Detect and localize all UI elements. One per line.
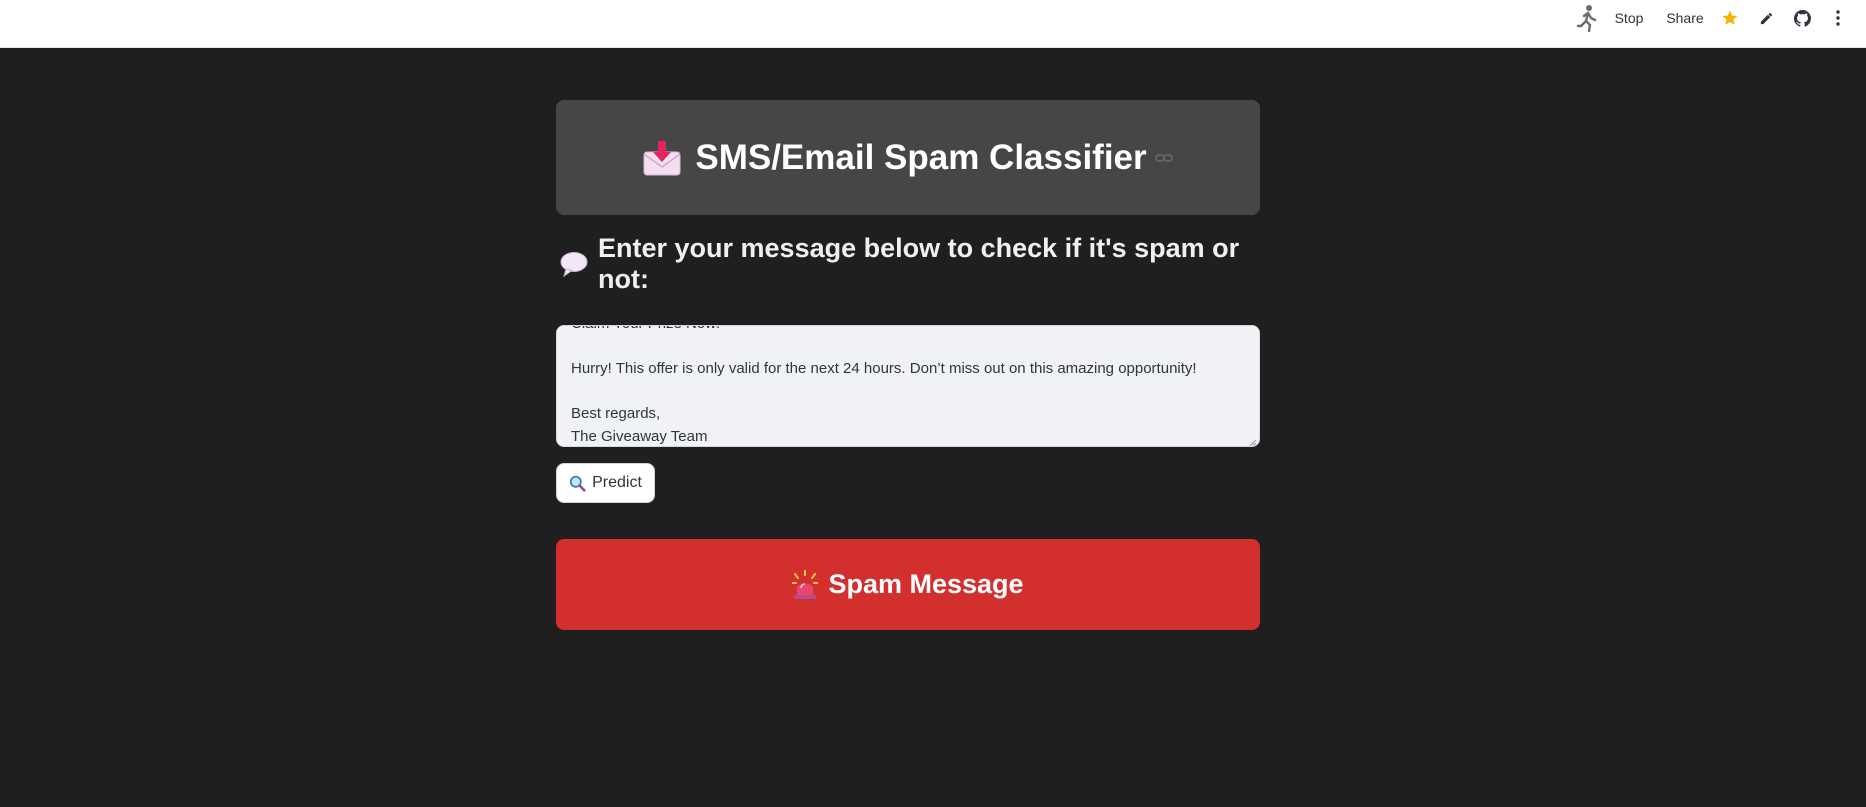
- envelope-with-arrow-icon: [643, 140, 681, 176]
- predict-label: Predict: [592, 474, 642, 491]
- stop-label: Stop: [1614, 10, 1644, 26]
- page-title: SMS/Email Spam Classifier: [643, 137, 1173, 178]
- top-toolbar: Stop Share: [0, 0, 1866, 48]
- header-card: SMS/Email Spam Classifier: [556, 100, 1260, 215]
- message-content[interactable]: Claim Your Prize Now! Hurry! This offer …: [571, 326, 1197, 446]
- github-icon[interactable]: [1790, 0, 1814, 36]
- message-textarea[interactable]: Claim Your Prize Now! Hurry! This offer …: [556, 325, 1260, 447]
- message-line: [571, 381, 1197, 404]
- message-line: Best regards,: [571, 405, 661, 422]
- kebab-menu-icon[interactable]: [1826, 0, 1850, 36]
- share-button[interactable]: Share: [1662, 0, 1708, 36]
- share-label: Share: [1666, 10, 1704, 26]
- prediction-result: Spam Message: [792, 569, 1024, 600]
- message-line: The Giveaway Team: [571, 427, 708, 445]
- speech-balloon-icon: [560, 251, 588, 277]
- rotating-light-icon: [792, 569, 819, 600]
- star-icon[interactable]: [1718, 0, 1742, 36]
- predict-button[interactable]: Predict: [556, 463, 655, 503]
- magnifying-glass-icon: [569, 475, 586, 492]
- stop-button[interactable]: Stop: [1608, 0, 1650, 36]
- message-line: [571, 336, 1197, 359]
- running-man-icon: [1575, 3, 1599, 33]
- title-text: SMS/Email Spam Classifier: [695, 137, 1147, 177]
- prompt-text: Enter your message below to check if it'…: [598, 233, 1240, 294]
- prediction-result-card: Spam Message: [556, 539, 1260, 630]
- resize-handle-icon[interactable]: [1247, 434, 1257, 446]
- message-line: Hurry! This offer is only valid for the …: [571, 360, 1197, 377]
- prompt-heading: Enter your message below to check if it'…: [560, 233, 1280, 294]
- result-label: Spam Message: [828, 569, 1024, 599]
- pencil-icon[interactable]: [1754, 0, 1778, 36]
- link-anchor-icon[interactable]: [1154, 153, 1173, 163]
- message-line: Claim Your Prize Now!: [571, 326, 1197, 336]
